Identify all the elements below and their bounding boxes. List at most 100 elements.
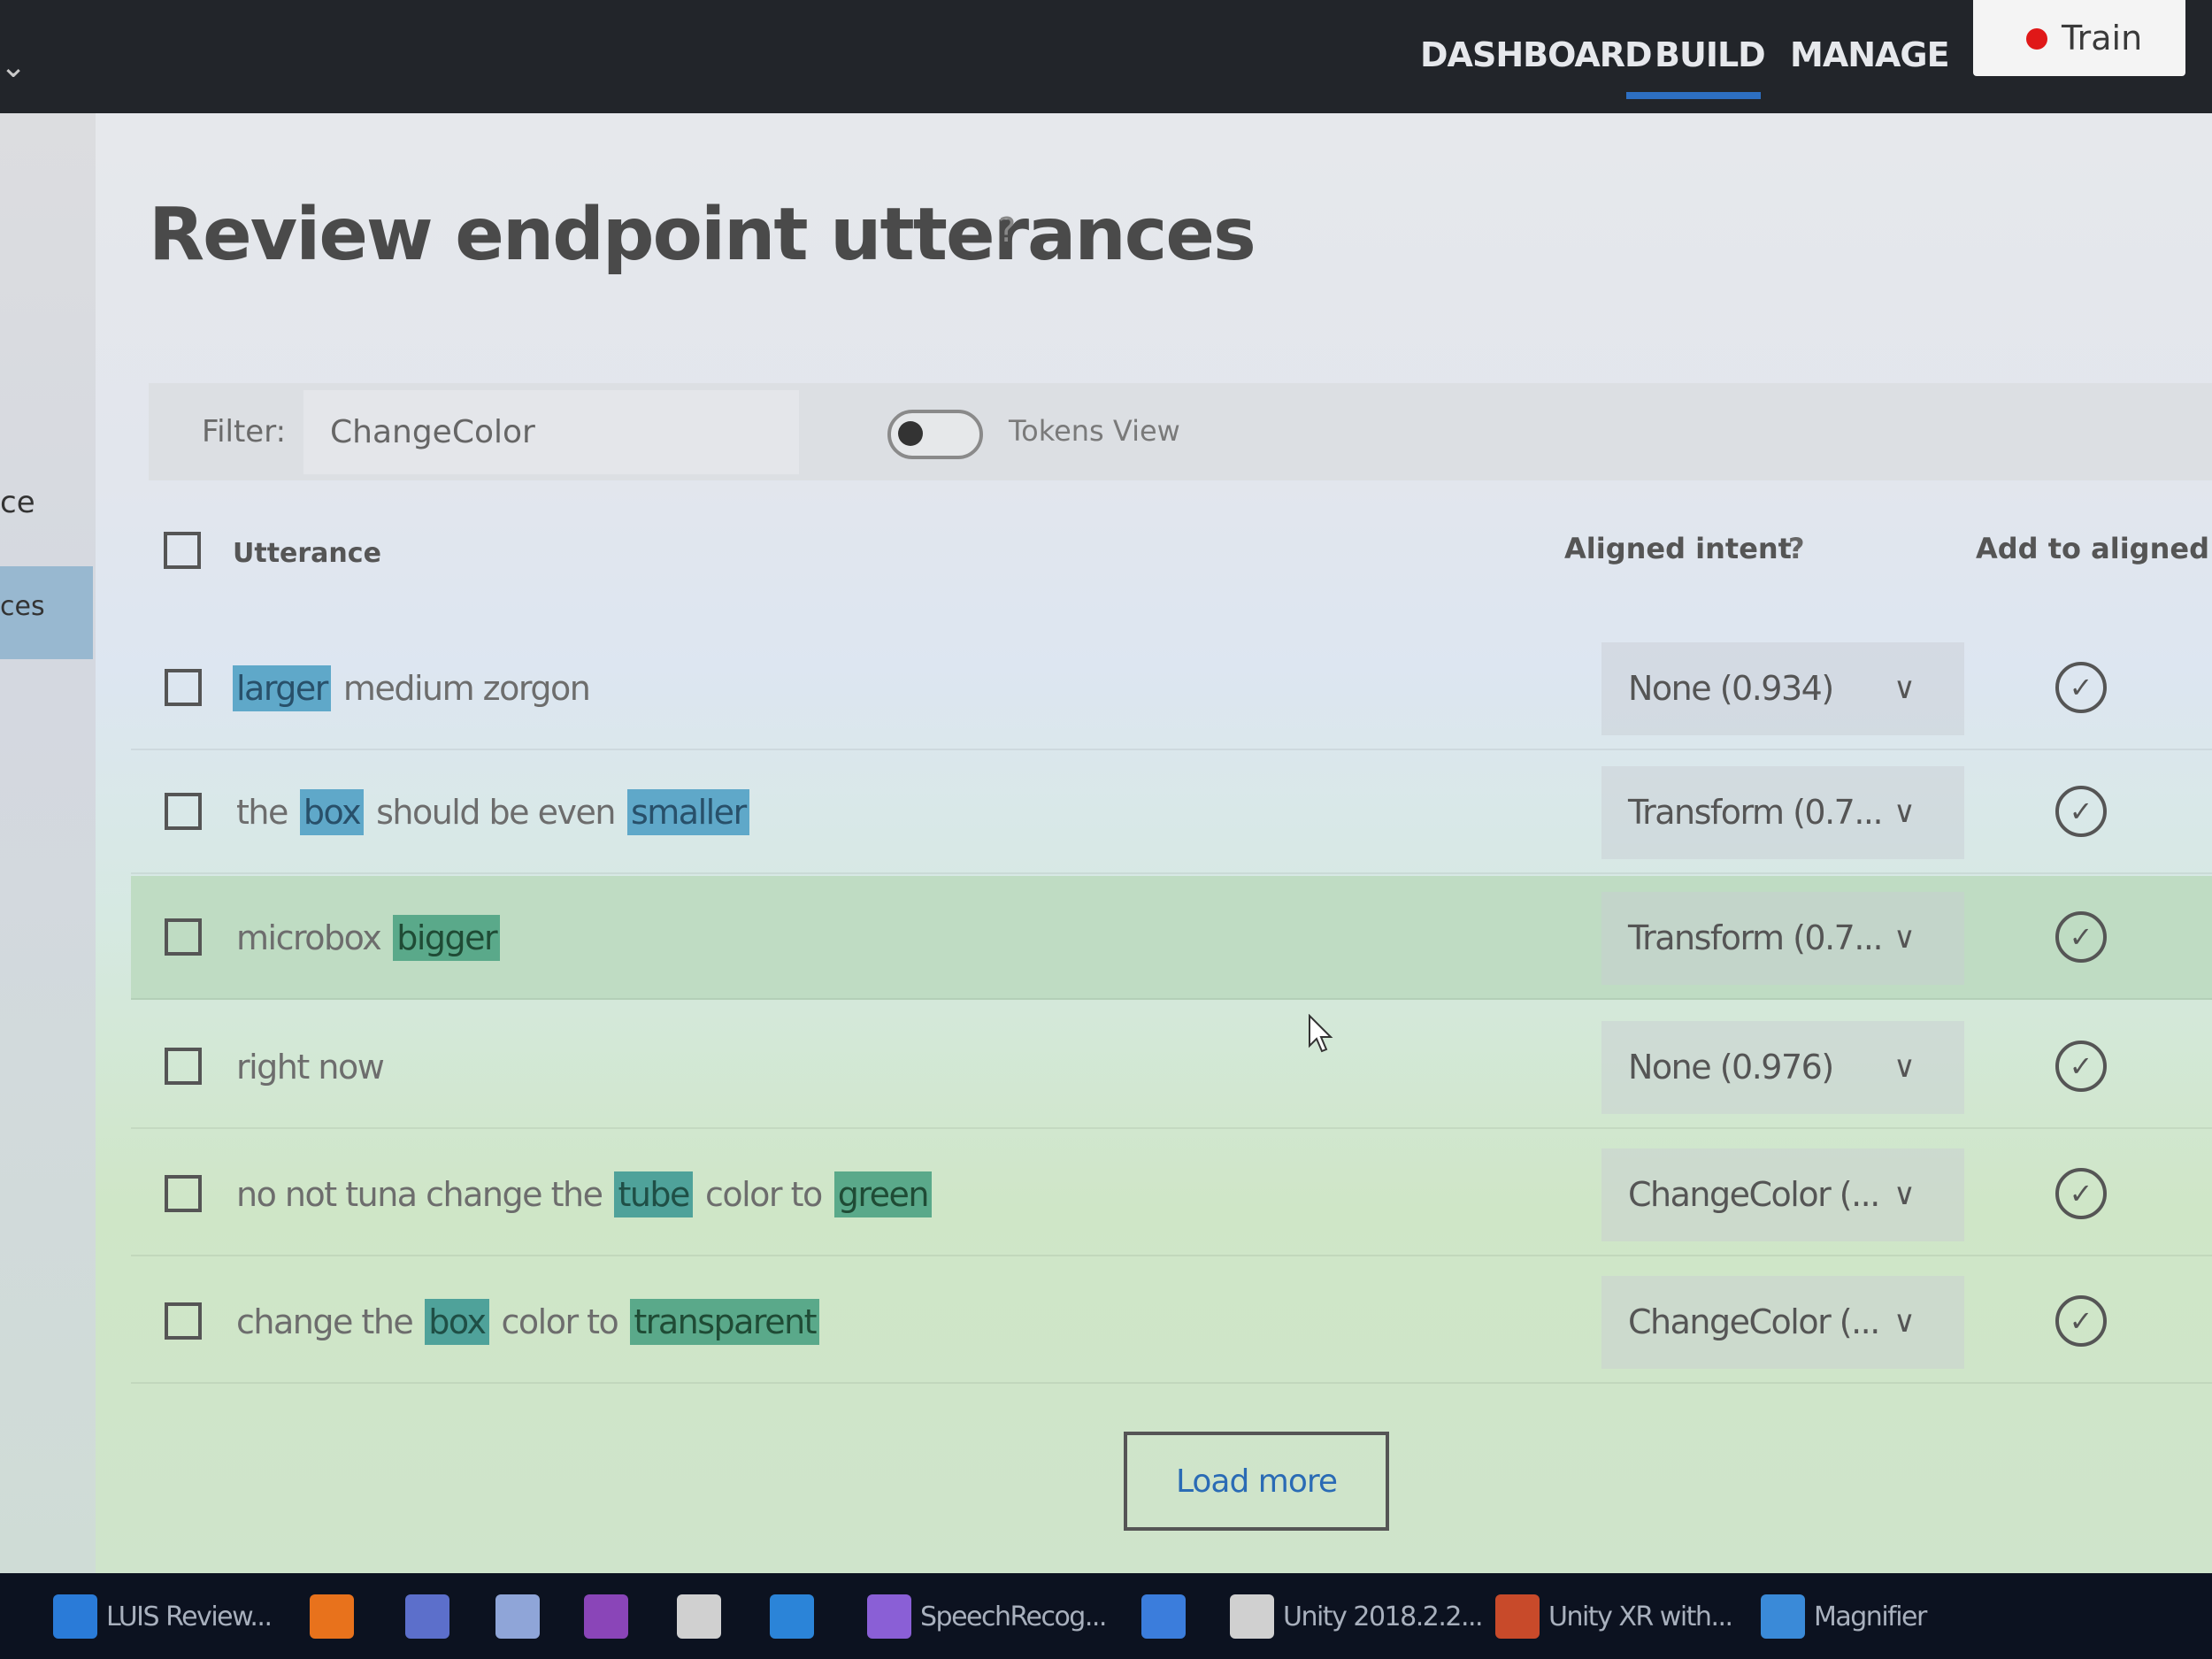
row-checkbox[interactable] bbox=[165, 918, 202, 956]
utterance-text: microbox bigger bbox=[233, 910, 501, 966]
utterance-token: should be even bbox=[376, 793, 616, 832]
table-row[interactable]: larger medium zorgon None (0.934) ∨ ✓ bbox=[131, 626, 2212, 750]
entity-token[interactable]: bigger bbox=[393, 915, 501, 961]
entity-token[interactable]: box bbox=[299, 789, 365, 835]
aligned-intent-dropdown[interactable]: Transform (0.7... ∨ bbox=[1601, 892, 1964, 985]
add-to-intent-check-icon[interactable]: ✓ bbox=[2055, 1295, 2107, 1347]
aligned-intent-dropdown[interactable]: Transform (0.7... ∨ bbox=[1601, 766, 1964, 859]
tokens-view-label: Tokens View bbox=[1009, 414, 1180, 448]
mouse-cursor-icon bbox=[1309, 1014, 1333, 1053]
page-title: Review endpoint utterances bbox=[149, 193, 1256, 277]
filter-input[interactable] bbox=[303, 390, 799, 474]
taskbar-item-label: Unity 2018.2.2... bbox=[1283, 1601, 1484, 1632]
add-to-intent-check-icon[interactable]: ✓ bbox=[2055, 662, 2107, 713]
vscode-icon bbox=[770, 1594, 814, 1639]
aligned-intent-value: ChangeColor (... bbox=[1628, 1302, 1880, 1341]
nav-dashboard[interactable]: DASHBOARD bbox=[1420, 19, 1653, 90]
taskbar-item[interactable]: SpeechRecog... bbox=[867, 1586, 1107, 1647]
row-checkbox[interactable] bbox=[165, 1048, 202, 1085]
entity-token[interactable]: larger bbox=[233, 665, 331, 711]
chevron-down-icon[interactable]: ∨ bbox=[1893, 892, 1916, 985]
row-checkbox[interactable] bbox=[165, 669, 202, 706]
taskbar-item[interactable]: Unity XR with... bbox=[1495, 1586, 1733, 1647]
taskbar-item[interactable] bbox=[310, 1586, 354, 1647]
taskbar-item-label: Magnifier bbox=[1814, 1601, 1927, 1632]
aligned-intent-value: ChangeColor (... bbox=[1628, 1175, 1880, 1214]
utterance-text: no not tuna change the tube color to green bbox=[233, 1166, 933, 1223]
taskbar-item[interactable]: LUIS Review... bbox=[53, 1586, 273, 1647]
help-icon[interactable]: ? bbox=[998, 211, 1016, 250]
add-to-intent-check-icon[interactable]: ✓ bbox=[2055, 1168, 2107, 1219]
add-to-intent-check-icon[interactable]: ✓ bbox=[2055, 786, 2107, 837]
powerpoint-icon bbox=[1495, 1594, 1540, 1639]
column-header-add: Add to aligned intent bbox=[1976, 532, 2212, 565]
chevron-down-icon[interactable]: ∨ bbox=[1893, 1276, 1916, 1369]
firefox-icon bbox=[310, 1594, 354, 1639]
add-to-intent-check-icon[interactable]: ✓ bbox=[2055, 911, 2107, 963]
chevron-down-icon[interactable]: ∨ bbox=[1893, 1148, 1916, 1241]
taskbar-item[interactable] bbox=[405, 1586, 449, 1647]
visualstudio-icon bbox=[867, 1594, 911, 1639]
aligned-intent-value: Transform (0.7... bbox=[1628, 793, 1884, 832]
table-row[interactable]: microbox bigger Transform (0.7... ∨ ✓ bbox=[131, 876, 2212, 1000]
utterance-text: right now bbox=[233, 1039, 387, 1095]
column-header-aligned-intent[interactable]: Aligned intent bbox=[1564, 532, 1792, 565]
utterance-token: medium zorgon bbox=[342, 669, 591, 708]
aligned-intent-dropdown[interactable]: None (0.934) ∨ bbox=[1601, 642, 1964, 735]
utterance-text: the box should be even smaller bbox=[233, 784, 749, 841]
aligned-intent-value: None (0.976) bbox=[1628, 1048, 1834, 1087]
table-row[interactable]: right now None (0.976) ∨ ✓ bbox=[131, 1005, 2212, 1129]
entity-token[interactable]: green bbox=[833, 1171, 933, 1217]
sidebar-item-active-label[interactable]: ces bbox=[0, 591, 45, 622]
nav-manage[interactable]: MANAGE bbox=[1790, 19, 1950, 90]
unity-icon bbox=[1230, 1594, 1274, 1639]
table-row[interactable]: change the box color to transparent ChangeCo… bbox=[131, 1260, 2212, 1384]
taskbar-item[interactable] bbox=[584, 1586, 628, 1647]
sidebar-item-label[interactable]: ce bbox=[0, 485, 35, 520]
tokens-view-toggle[interactable] bbox=[887, 410, 983, 459]
nav-build[interactable]: BUILD bbox=[1655, 19, 1766, 90]
load-more-button[interactable]: Load more bbox=[1124, 1432, 1389, 1531]
train-label: Train bbox=[2062, 19, 2143, 58]
help-icon[interactable]: ? bbox=[1788, 532, 1805, 565]
taskbar-item[interactable] bbox=[1141, 1586, 1186, 1647]
taskbar-item[interactable] bbox=[677, 1586, 721, 1647]
onenote-icon bbox=[584, 1594, 628, 1639]
back-icon bbox=[677, 1594, 721, 1639]
chevron-down-icon[interactable]: ⌄ bbox=[0, 49, 27, 85]
add-to-intent-check-icon[interactable]: ✓ bbox=[2055, 1041, 2107, 1092]
utterance-token: the bbox=[236, 793, 288, 832]
table-header: Utterance Aligned intent ? Add to aligne… bbox=[149, 516, 2212, 587]
select-all-checkbox[interactable] bbox=[164, 532, 201, 569]
column-header-utterance[interactable]: Utterance bbox=[233, 538, 381, 569]
aligned-intent-value: None (0.934) bbox=[1628, 669, 1834, 708]
utterance-token: microbox bbox=[236, 918, 382, 957]
table-row[interactable]: the box should be even smaller Transform (0.… bbox=[131, 750, 2212, 874]
table-row[interactable]: no not tuna change the tube color to green C… bbox=[131, 1133, 2212, 1256]
row-checkbox[interactable] bbox=[165, 1175, 202, 1212]
train-button[interactable]: Train bbox=[1973, 0, 2185, 76]
chevron-down-icon[interactable]: ∨ bbox=[1893, 642, 1916, 735]
row-checkbox[interactable] bbox=[165, 793, 202, 830]
chevron-down-icon[interactable]: ∨ bbox=[1893, 766, 1916, 859]
utterance-text: larger medium zorgon bbox=[233, 660, 593, 717]
taskbar-item[interactable]: Unity 2018.2.2... bbox=[1230, 1586, 1484, 1647]
active-tab-indicator bbox=[1626, 92, 1761, 99]
aligned-intent-dropdown[interactable]: ChangeColor (... ∨ bbox=[1601, 1276, 1964, 1369]
entity-token[interactable]: tube bbox=[614, 1171, 693, 1217]
entity-token[interactable]: smaller bbox=[626, 789, 749, 835]
chevron-down-icon[interactable]: ∨ bbox=[1893, 1021, 1916, 1114]
train-status-dot bbox=[2026, 28, 2047, 50]
row-checkbox[interactable] bbox=[165, 1302, 202, 1340]
taskbar-item[interactable] bbox=[770, 1586, 814, 1647]
utterance-token: color to bbox=[704, 1175, 823, 1214]
top-nav-bar: ⌄ DASHBOARD BUILD MANAGE Train bbox=[0, 0, 2212, 113]
entity-token[interactable]: box bbox=[425, 1299, 489, 1345]
aligned-intent-dropdown[interactable]: ChangeColor (... ∨ bbox=[1601, 1148, 1964, 1241]
aligned-intent-dropdown[interactable]: None (0.976) ∨ bbox=[1601, 1021, 1964, 1114]
maps-icon bbox=[1141, 1594, 1186, 1639]
entity-token[interactable]: transparent bbox=[630, 1299, 820, 1345]
taskbar-item[interactable]: Magnifier bbox=[1761, 1586, 1927, 1647]
taskbar-item[interactable] bbox=[495, 1586, 540, 1647]
utterance-token: color to bbox=[501, 1302, 619, 1341]
